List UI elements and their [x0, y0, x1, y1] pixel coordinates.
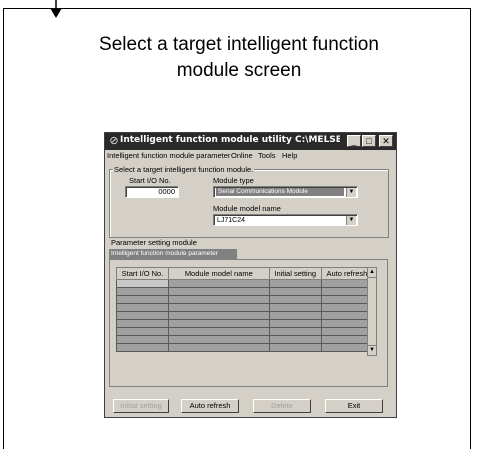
parameter-table-panel: Start I/O No. Module model name Initial … [109, 259, 388, 387]
auto-refresh-button[interactable]: Auto refresh [181, 399, 239, 413]
module-type-select[interactable]: Serial Communications Module ▼ [213, 186, 358, 198]
table-row[interactable] [116, 327, 374, 336]
group-title: Select a target intelligent function mod… [113, 165, 255, 174]
menu-help[interactable]: Help [282, 151, 297, 160]
chevron-down-icon[interactable]: ▼ [346, 188, 356, 197]
initial-setting-button[interactable]: Initial setting [113, 399, 169, 413]
module-model-label: Module model name [213, 204, 281, 213]
col-initial-setting[interactable]: Initial setting [268, 267, 322, 280]
delete-button[interactable]: Delete [253, 399, 311, 413]
close-icon[interactable]: ✕ [379, 135, 393, 147]
menu-online[interactable]: Online [231, 151, 253, 160]
tab-intelligent-function-module-parameter[interactable]: Intelligent function module parameter [109, 249, 237, 259]
start-io-label: Start I/O No. [129, 176, 171, 185]
module-type-label: Module type [213, 176, 254, 185]
scroll-up-icon[interactable]: ▲ [368, 268, 376, 278]
table-row[interactable] [116, 287, 374, 296]
col-module-model-name[interactable]: Module model name [167, 267, 270, 280]
col-auto-refresh[interactable]: Auto refresh [320, 267, 374, 280]
caption-line-2: module screen [176, 60, 302, 81]
down-arrow-icon [50, 0, 62, 18]
menu-intelligent-function-module-parameter[interactable]: Intelligent function module parameter [107, 151, 230, 160]
title-bar[interactable]: ⊘ Intelligent function module utility C:… [105, 133, 396, 150]
utility-window: ⊘ Intelligent function module utility C:… [104, 132, 397, 418]
scroll-down-icon[interactable]: ▼ [368, 345, 376, 355]
table-row[interactable] [116, 279, 374, 288]
maximize-icon[interactable]: □ [362, 135, 376, 147]
table-row[interactable] [116, 295, 374, 304]
table-row[interactable] [116, 343, 374, 352]
col-start-io[interactable]: Start I/O No. [116, 267, 169, 280]
caption-line-1: Select a target intelligent function [99, 34, 379, 55]
menu-bar: Intelligent function module parameter On… [105, 150, 396, 162]
module-type-value: Serial Communications Module [216, 188, 344, 196]
table-row[interactable] [116, 319, 374, 328]
exit-button[interactable]: Exit [325, 399, 383, 413]
module-model-select[interactable]: LJ71C24 ▼ [213, 214, 358, 226]
table-scrollbar[interactable]: ▲ ▼ [367, 267, 377, 356]
table-row[interactable] [116, 335, 374, 344]
parameter-table: Start I/O No. Module model name Initial … [116, 267, 374, 352]
menu-tools[interactable]: Tools [258, 151, 276, 160]
app-icon: ⊘ [109, 135, 119, 147]
table-row[interactable] [116, 303, 374, 312]
minimize-icon[interactable]: _ [347, 135, 361, 147]
table-row[interactable] [116, 311, 374, 320]
window-title: Intelligent function module utility C:\M… [120, 135, 340, 145]
chevron-down-icon[interactable]: ▼ [346, 216, 356, 225]
start-io-input[interactable]: 0000 [125, 186, 179, 198]
module-model-value: LJ71C24 [217, 217, 246, 224]
parameter-setting-label: Parameter setting module [111, 238, 197, 247]
